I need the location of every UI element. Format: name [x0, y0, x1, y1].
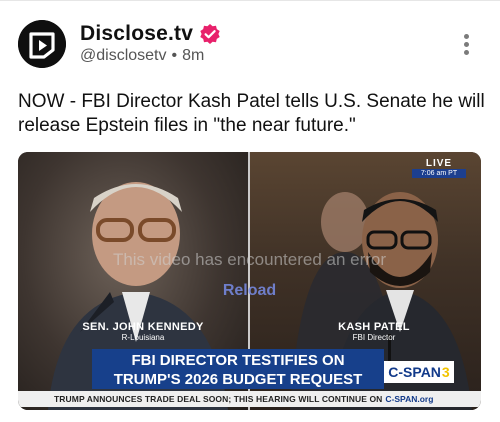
news-ticker: TRUMP ANNOUNCES TRADE DEAL SOON; THIS HE… — [18, 391, 481, 407]
headline-bar: FBI DIRECTOR TESTIFIES ON TRUMP'S 2026 B… — [92, 349, 384, 389]
display-name[interactable]: Disclose.tv — [80, 22, 193, 46]
right-person-name: KASH PATEL — [338, 321, 410, 333]
left-person-role: R-Louisiana — [121, 333, 165, 342]
live-time: 7:06 am PT — [412, 169, 466, 178]
disclose-tv-logo-icon — [18, 20, 66, 68]
divider — [0, 0, 500, 1]
live-label: LIVE — [425, 158, 453, 169]
ticker-network: C-SPAN.org — [385, 394, 434, 404]
network-channel: 3 — [441, 364, 450, 380]
handle-row: @disclosetv • 8m — [80, 47, 204, 65]
more-options-icon[interactable] — [456, 34, 476, 58]
left-person-name: SEN. JOHN KENNEDY — [82, 321, 204, 333]
left-name-strap: SEN. JOHN KENNEDY R-Louisiana — [58, 321, 228, 342]
live-badge: LIVE 7:06 am PT — [412, 158, 466, 178]
cspan-logo: C-SPAN 3 — [384, 361, 454, 383]
handle[interactable]: @disclosetv — [80, 47, 167, 65]
network-name: C-SPAN — [388, 364, 441, 380]
right-person-role: FBI Director — [352, 333, 396, 342]
headline-line2: TRUMP'S 2026 BUDGET REQUEST — [113, 371, 363, 388]
video-player[interactable]: LIVE 7:06 am PT This video has encounter… — [18, 152, 481, 410]
verified-badge-icon — [199, 23, 221, 45]
right-name-strap: KASH PATEL FBI Director — [314, 321, 434, 342]
ticker-text: TRUMP ANNOUNCES TRADE DEAL SOON; THIS HE… — [54, 394, 383, 404]
separator: • — [171, 47, 178, 64]
post-card: Disclose.tv @disclosetv • 8m NOW - FBI D… — [0, 0, 500, 422]
reload-button[interactable]: Reload — [18, 282, 481, 300]
video-error-message: This video has encountered an error — [112, 250, 387, 269]
headline-line1: FBI DIRECTOR TESTIFIES ON — [131, 352, 345, 369]
name-row: Disclose.tv — [80, 22, 221, 46]
post-text: NOW - FBI Director Kash Patel tells U.S.… — [18, 91, 485, 136]
avatar[interactable] — [18, 20, 66, 68]
timestamp[interactable]: 8m — [182, 47, 204, 65]
